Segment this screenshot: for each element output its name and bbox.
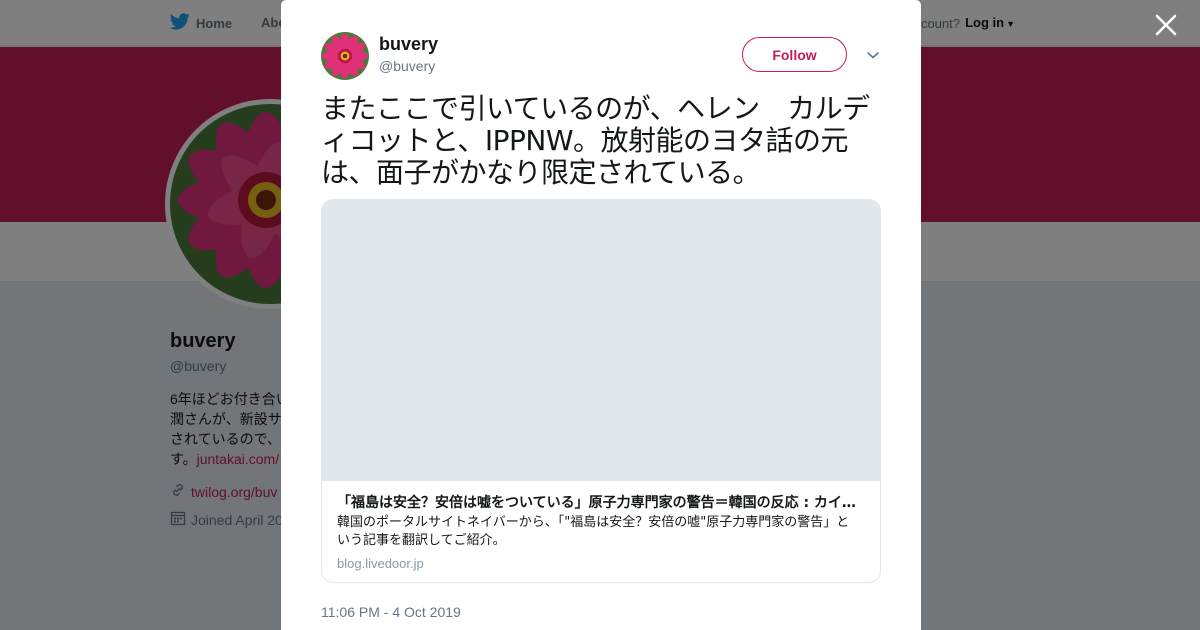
tweet-timestamp[interactable]: 11:06 PM - 4 Oct 2019 bbox=[321, 604, 461, 620]
tweet-text: またここで引いているのが、ヘレン カルディコットと、IPPNW。放射能のヨタ話の… bbox=[321, 92, 870, 189]
link-preview-card[interactable]: 「福島は安全？安倍は嘘をついている」原子力専門家の警告＝韓国の反応 : カイ… … bbox=[321, 199, 881, 583]
tweet-modal: buvery @buvery Follow またここで引いているのが、ヘレン カ… bbox=[281, 0, 921, 630]
card-description: 韓国のポータルサイトネイバーから、「"福島は安全？安倍の嘘"原子力専門家の警告」… bbox=[337, 515, 850, 548]
tweet-author-handle[interactable]: @buvery bbox=[379, 58, 435, 74]
chevron-down-icon[interactable] bbox=[865, 47, 881, 63]
card-title: 「福島は安全？安倍は嘘をついている」原子力専門家の警告＝韓国の反応 : カイ… bbox=[337, 495, 856, 511]
card-domain: blog.livedoor.jp bbox=[337, 556, 424, 571]
tweet-author-avatar[interactable] bbox=[321, 32, 369, 80]
tweet-author-name[interactable]: buvery bbox=[379, 34, 438, 55]
card-image-placeholder bbox=[322, 200, 880, 481]
follow-button[interactable]: Follow bbox=[742, 37, 847, 72]
close-icon[interactable] bbox=[1152, 11, 1180, 39]
